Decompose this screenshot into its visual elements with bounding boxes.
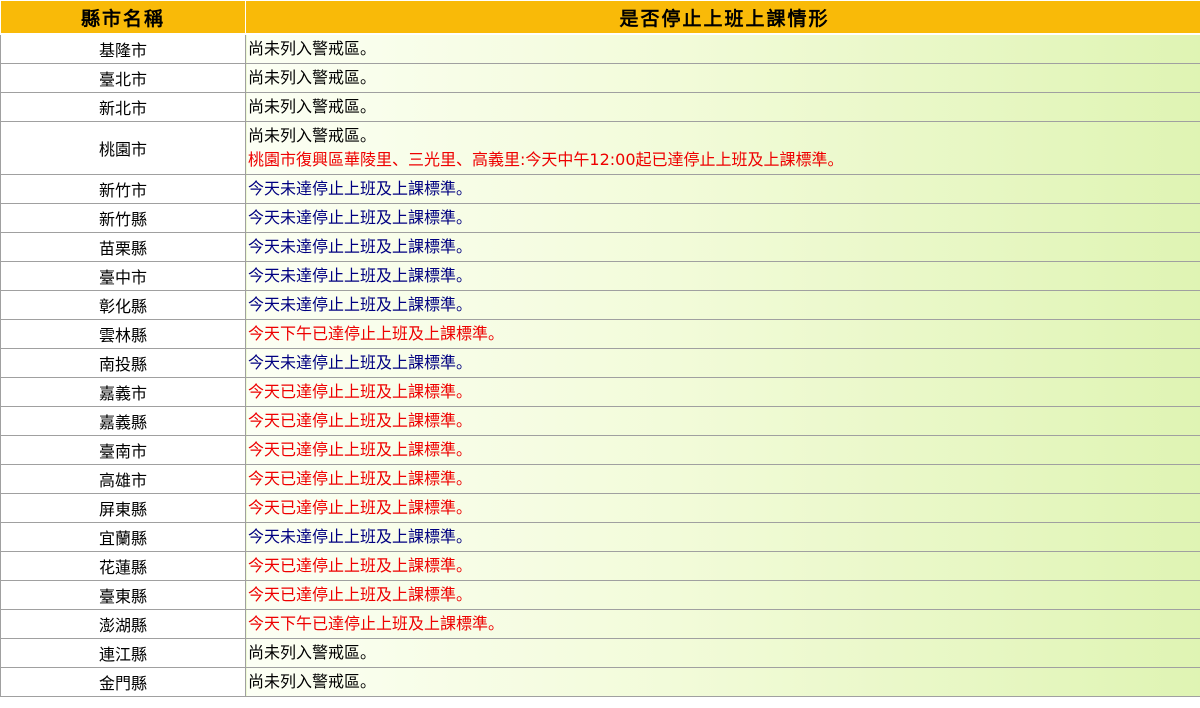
suspension-status-cell: 尚未列入警戒區。 — [245, 33, 1200, 64]
county-name-cell: 新竹市 — [0, 174, 246, 204]
suspension-status-cell: 尚未列入警戒區。 — [245, 638, 1200, 668]
suspension-status-cell: 今天未達停止上班及上課標準。 — [245, 290, 1200, 320]
county-name-cell: 新北市 — [0, 92, 246, 122]
table-row: 臺南市 今天已達停止上班及上課標準。 — [0, 435, 1200, 465]
table-row: 連江縣 尚未列入警戒區。 — [0, 638, 1200, 668]
status-text-none: 尚未列入警戒區。 — [248, 126, 377, 145]
table-row: 澎湖縣 今天下午已達停止上班及上課標準。 — [0, 609, 1200, 639]
status-text-yes: 今天下午已達停止上班及上課標準。 — [248, 324, 505, 343]
suspension-status-cell: 尚未列入警戒區。 — [245, 63, 1200, 93]
status-text-none: 尚未列入警戒區。 — [248, 39, 377, 58]
status-text-not: 今天未達停止上班及上課標準。 — [248, 527, 473, 546]
status-text-yes: 今天已達停止上班及上課標準。 — [248, 411, 473, 430]
table-row: 宜蘭縣 今天未達停止上班及上課標準。 — [0, 522, 1200, 552]
table-header-row: 縣市名稱 是否停止上班上課情形 — [0, 0, 1200, 35]
status-text-none: 尚未列入警戒區。 — [248, 672, 377, 691]
table-row: 南投縣 今天未達停止上班及上課標準。 — [0, 348, 1200, 378]
county-name-cell: 澎湖縣 — [0, 609, 246, 639]
table-row: 彰化縣 今天未達停止上班及上課標準。 — [0, 290, 1200, 320]
status-text-none: 尚未列入警戒區。 — [248, 97, 377, 116]
county-name-cell: 連江縣 — [0, 638, 246, 668]
table-body: 基隆市 尚未列入警戒區。 臺北市 尚未列入警戒區。 新北市 尚未列入警戒區。 桃園市 尚未列入… — [0, 33, 1200, 697]
suspension-status-cell: 今天下午已達停止上班及上課標準。 — [245, 609, 1200, 639]
status-text-yes: 今天已達停止上班及上課標準。 — [248, 440, 473, 459]
status-text-yes: 桃園市復興區華陵里、三光里、高義里:今天中午12:00起已達停止上班及上課標準。 — [248, 150, 844, 169]
county-name-cell: 嘉義縣 — [0, 406, 246, 436]
suspension-status-cell: 尚未列入警戒區。 — [245, 92, 1200, 122]
status-text-yes: 今天已達停止上班及上課標準。 — [248, 585, 473, 604]
suspension-status-cell: 尚未列入警戒區。桃園市復興區華陵里、三光里、高義里:今天中午12:00起已達停止… — [245, 121, 1200, 175]
table-row: 臺北市 尚未列入警戒區。 — [0, 63, 1200, 93]
table-row: 花蓮縣 今天已達停止上班及上課標準。 — [0, 551, 1200, 581]
status-text-yes: 今天已達停止上班及上課標準。 — [248, 556, 473, 575]
suspension-status-cell: 今天下午已達停止上班及上課標準。 — [245, 319, 1200, 349]
county-name-cell: 臺中市 — [0, 261, 246, 291]
table-row: 基隆市 尚未列入警戒區。 — [0, 33, 1200, 64]
status-text-not: 今天未達停止上班及上課標準。 — [248, 179, 473, 198]
status-text-none: 尚未列入警戒區。 — [248, 643, 377, 662]
suspension-status-cell: 今天未達停止上班及上課標準。 — [245, 232, 1200, 262]
county-name-cell: 臺東縣 — [0, 580, 246, 610]
county-name-cell: 雲林縣 — [0, 319, 246, 349]
suspension-status-cell: 今天已達停止上班及上課標準。 — [245, 464, 1200, 494]
status-text-yes: 今天已達停止上班及上課標準。 — [248, 382, 473, 401]
table-row: 雲林縣 今天下午已達停止上班及上課標準。 — [0, 319, 1200, 349]
suspension-status-cell: 今天未達停止上班及上課標準。 — [245, 522, 1200, 552]
county-name-cell: 花蓮縣 — [0, 551, 246, 581]
county-name-cell: 臺北市 — [0, 63, 246, 93]
status-text-yes: 今天已達停止上班及上課標準。 — [248, 469, 473, 488]
status-text-yes: 今天下午已達停止上班及上課標準。 — [248, 614, 505, 633]
county-name-cell: 臺南市 — [0, 435, 246, 465]
table-row: 桃園市 尚未列入警戒區。桃園市復興區華陵里、三光里、高義里:今天中午12:00起已… — [0, 121, 1200, 175]
county-name-cell: 彰化縣 — [0, 290, 246, 320]
table-row: 金門縣 尚未列入警戒區。 — [0, 667, 1200, 697]
status-text-not: 今天未達停止上班及上課標準。 — [248, 266, 473, 285]
suspension-status-cell: 今天已達停止上班及上課標準。 — [245, 406, 1200, 436]
status-text-not: 今天未達停止上班及上課標準。 — [248, 353, 473, 372]
status-text-yes: 今天已達停止上班及上課標準。 — [248, 498, 473, 517]
county-name-cell: 桃園市 — [0, 121, 246, 175]
suspension-status-cell: 尚未列入警戒區。 — [245, 667, 1200, 697]
status-text-not: 今天未達停止上班及上課標準。 — [248, 295, 473, 314]
county-name-cell: 高雄市 — [0, 464, 246, 494]
header-suspension-status: 是否停止上班上課情形 — [245, 0, 1200, 35]
county-name-cell: 新竹縣 — [0, 203, 246, 233]
suspension-status-cell: 今天已達停止上班及上課標準。 — [245, 493, 1200, 523]
suspension-status-cell: 今天未達停止上班及上課標準。 — [245, 174, 1200, 204]
table-row: 新竹縣 今天未達停止上班及上課標準。 — [0, 203, 1200, 233]
table-row: 新北市 尚未列入警戒區。 — [0, 92, 1200, 122]
suspension-status-cell: 今天已達停止上班及上課標準。 — [245, 435, 1200, 465]
header-county-name: 縣市名稱 — [0, 0, 246, 35]
suspension-status-cell: 今天已達停止上班及上課標準。 — [245, 377, 1200, 407]
suspension-status-cell: 今天未達停止上班及上課標準。 — [245, 348, 1200, 378]
county-name-cell: 基隆市 — [0, 33, 246, 64]
table-row: 臺東縣 今天已達停止上班及上課標準。 — [0, 580, 1200, 610]
table-row: 苗栗縣 今天未達停止上班及上課標準。 — [0, 232, 1200, 262]
table-row: 嘉義市 今天已達停止上班及上課標準。 — [0, 377, 1200, 407]
suspension-status-cell: 今天已達停止上班及上課標準。 — [245, 580, 1200, 610]
table-row: 新竹市 今天未達停止上班及上課標準。 — [0, 174, 1200, 204]
table-row: 臺中市 今天未達停止上班及上課標準。 — [0, 261, 1200, 291]
table-row: 高雄市 今天已達停止上班及上課標準。 — [0, 464, 1200, 494]
county-name-cell: 屏東縣 — [0, 493, 246, 523]
table-row: 嘉義縣 今天已達停止上班及上課標準。 — [0, 406, 1200, 436]
work-school-status-table: 縣市名稱 是否停止上班上課情形 基隆市 尚未列入警戒區。 臺北市 尚未列入警戒區。 新北… — [0, 0, 1200, 697]
suspension-status-cell: 今天未達停止上班及上課標準。 — [245, 203, 1200, 233]
status-text-not: 今天未達停止上班及上課標準。 — [248, 237, 473, 256]
county-name-cell: 宜蘭縣 — [0, 522, 246, 552]
county-name-cell: 嘉義市 — [0, 377, 246, 407]
suspension-status-cell: 今天未達停止上班及上課標準。 — [245, 261, 1200, 291]
county-name-cell: 南投縣 — [0, 348, 246, 378]
status-text-none: 尚未列入警戒區。 — [248, 68, 377, 87]
status-text-not: 今天未達停止上班及上課標準。 — [248, 208, 473, 227]
county-name-cell: 苗栗縣 — [0, 232, 246, 262]
county-name-cell: 金門縣 — [0, 667, 246, 697]
suspension-status-cell: 今天已達停止上班及上課標準。 — [245, 551, 1200, 581]
table-row: 屏東縣 今天已達停止上班及上課標準。 — [0, 493, 1200, 523]
